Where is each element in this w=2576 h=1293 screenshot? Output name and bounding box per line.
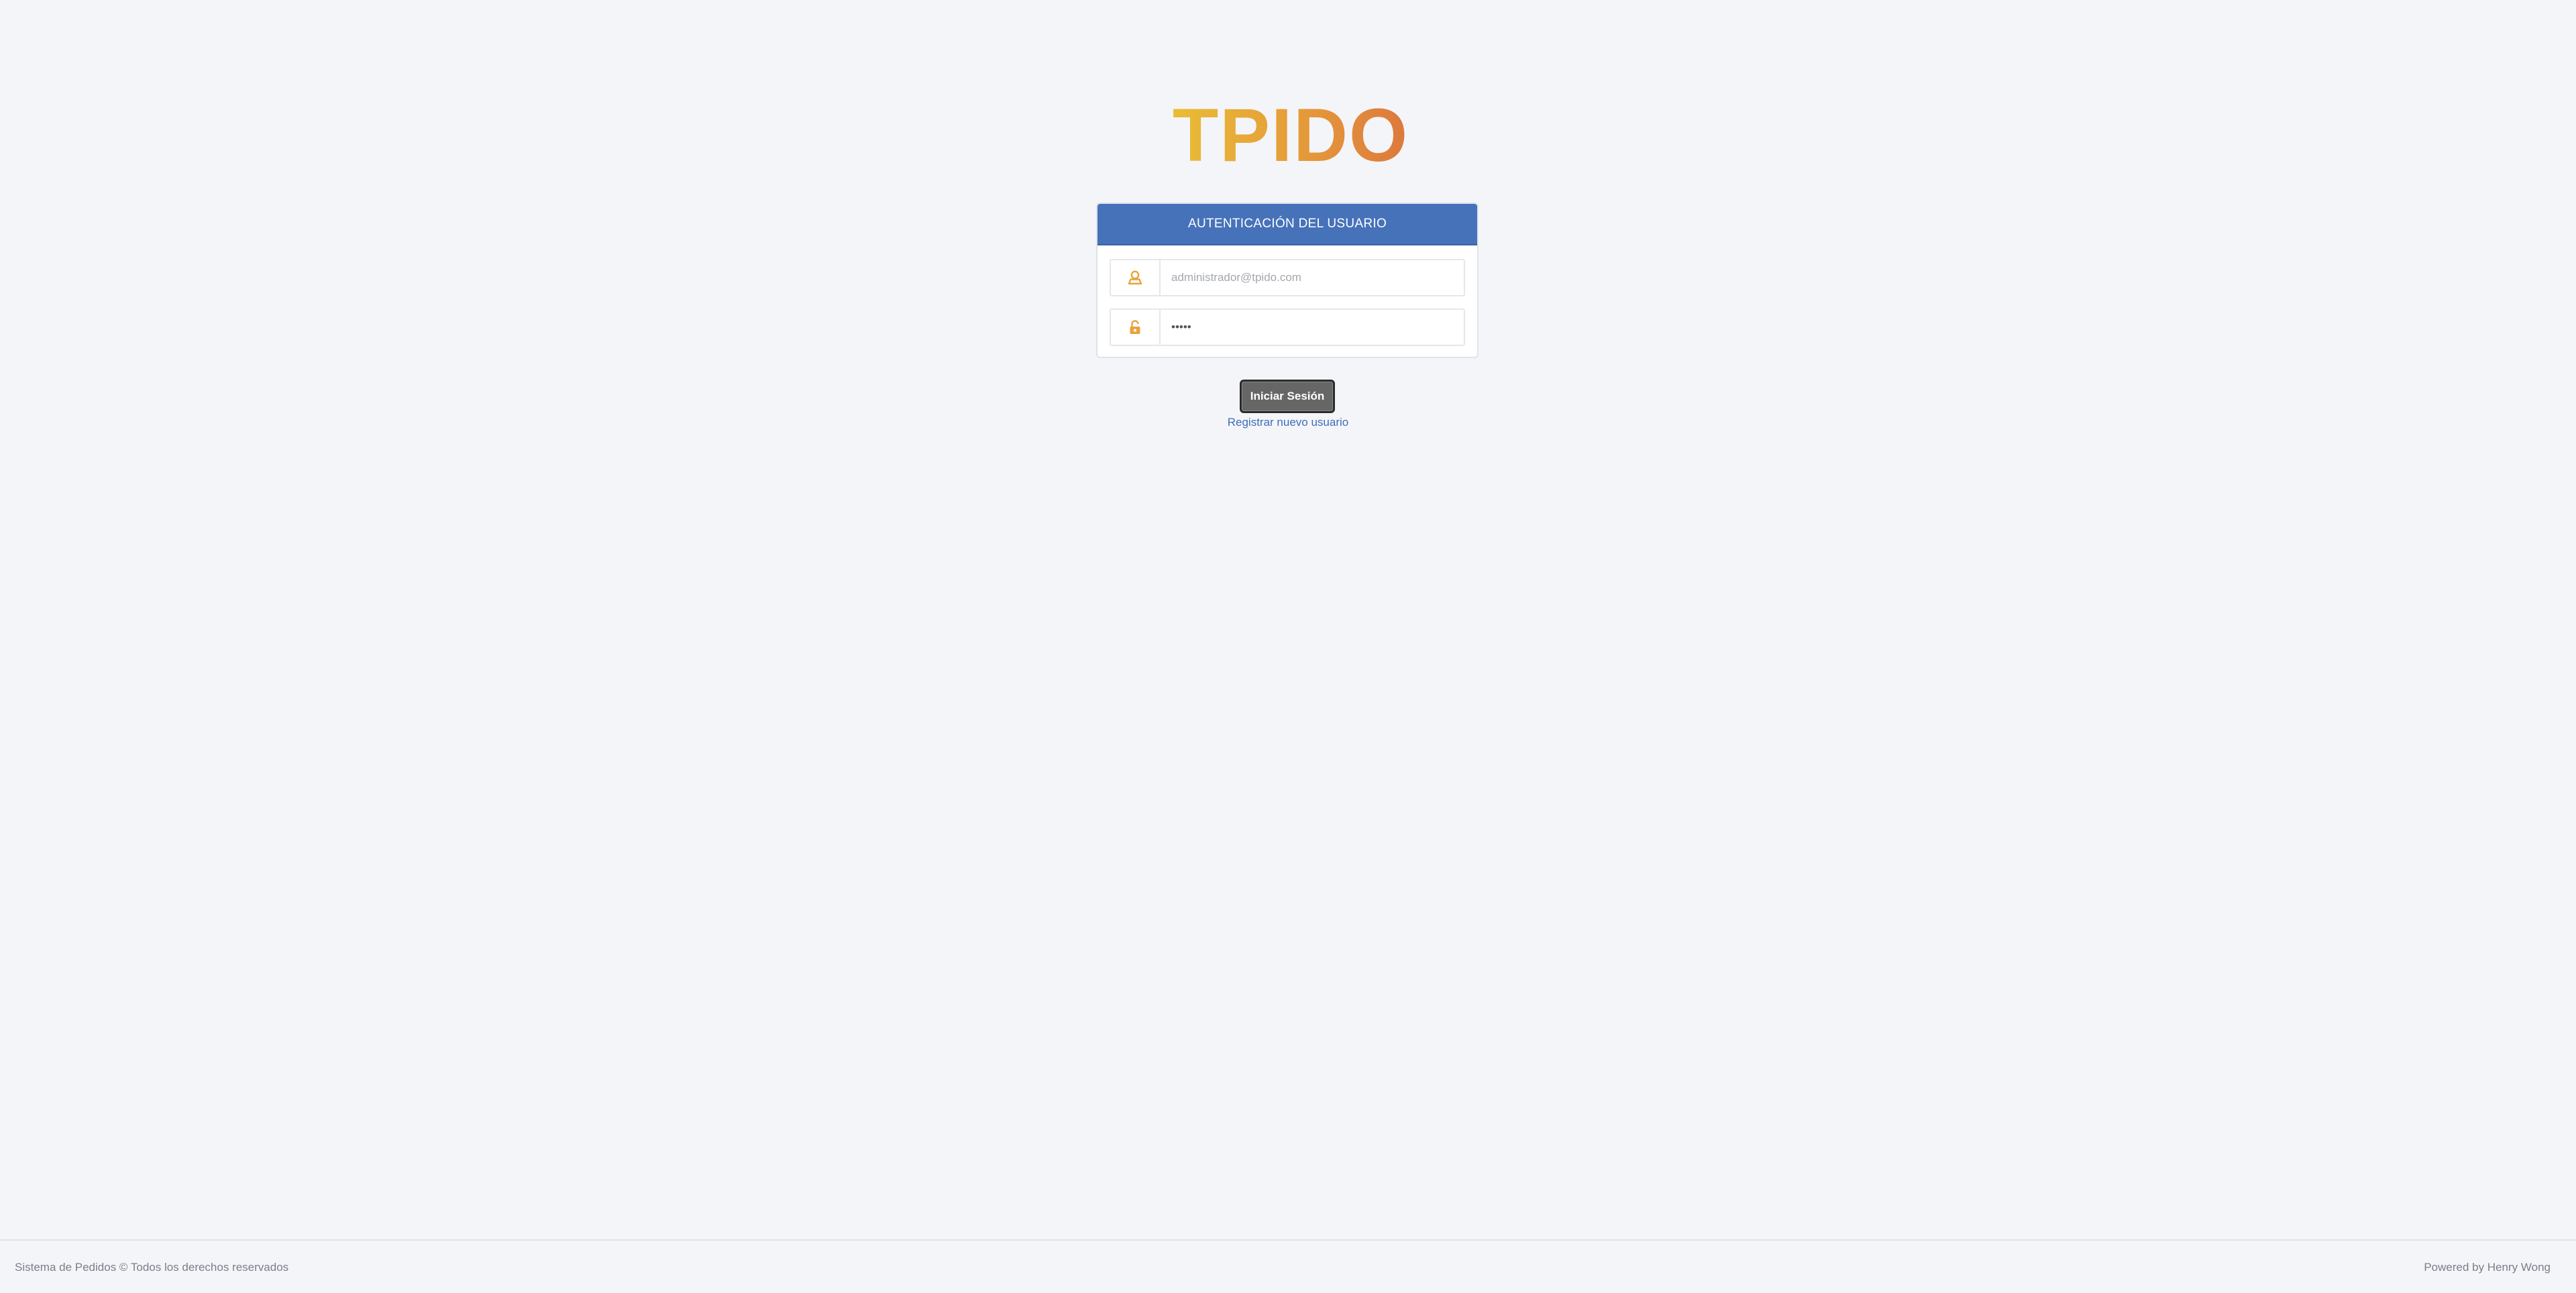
tpido-logo-wordmark: TPIDO <box>1173 99 1409 173</box>
footer-credit: Powered by Henry Wong <box>2424 1261 2551 1274</box>
login-panel: AUTENTICACIÓN DEL USUARIO <box>1096 203 1479 358</box>
unlock-icon <box>1111 310 1161 345</box>
user-icon <box>1111 260 1161 295</box>
password-input[interactable] <box>1161 310 1464 345</box>
register-link[interactable]: Registrar nuevo usuario <box>1154 416 1422 429</box>
footer: Sistema de Pedidos © Todos los derechos … <box>0 1239 2576 1293</box>
login-form <box>1097 245 1477 346</box>
email-input[interactable] <box>1161 260 1464 295</box>
login-button[interactable]: Iniciar Sesión <box>1240 380 1335 413</box>
password-field-group <box>1110 308 1465 346</box>
panel-title: AUTENTICACIÓN DEL USUARIO <box>1097 204 1477 245</box>
tpido-logo: TPIDO <box>1166 99 1415 173</box>
footer-copyright: Sistema de Pedidos © Todos los derechos … <box>15 1261 289 1274</box>
email-field-group <box>1110 259 1465 296</box>
logo-text: TPIDO <box>1173 99 1409 173</box>
